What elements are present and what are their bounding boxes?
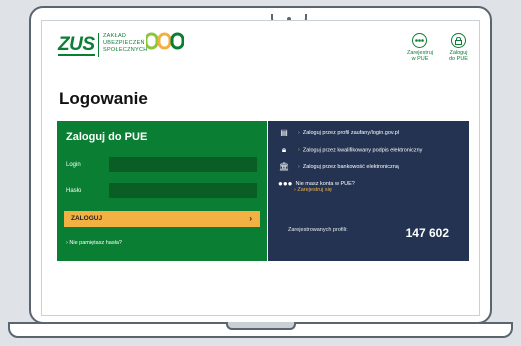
browser-screen: ZUS ZAKŁAD UBEZPIECZEŃ SPOŁECZNYCH Zarej…: [41, 20, 480, 316]
login-label-2: do PUE: [449, 56, 468, 62]
register-link[interactable]: › Zarejestruj się: [294, 187, 332, 193]
pue-logo-icon: [144, 32, 185, 50]
register-action[interactable]: Zarejestruj w PUE: [407, 33, 433, 62]
site-header: ZUS ZAKŁAD UBEZPIECZEŃ SPOŁECZNYCH Zarej…: [42, 21, 479, 69]
login-button-label: ZALOGUJ: [71, 215, 103, 222]
password-label: Hasło: [66, 188, 82, 194]
bank-login[interactable]: 🏛︎ › Zaloguj przez bankowość elektroniczną: [278, 162, 399, 171]
register-icon: [412, 33, 428, 48]
login-input[interactable]: [109, 157, 257, 172]
org-line-1: ZAKŁAD: [103, 33, 127, 39]
pue-logo[interactable]: [144, 32, 185, 55]
laptop-base-notch: [226, 322, 296, 330]
pue-dots-icon: ●●●: [278, 179, 293, 188]
chevron-right-icon: ›: [298, 147, 300, 154]
id-card-icon: ▤: [280, 128, 288, 137]
org-line-3: SPOŁECZNYCH: [103, 47, 148, 53]
zus-logo-text: ZUS: [58, 34, 95, 55]
lock-icon: 🔒︎: [281, 145, 287, 154]
lock-icon: [450, 33, 466, 48]
chevron-right-icon: ›: [249, 214, 252, 223]
register-label-2: w PUE: [411, 56, 429, 62]
login-panel: Zaloguj do PUE Login Hasło ZALOGUJ › › N…: [57, 121, 267, 261]
org-line-2: UBEZPIECZEŃ: [103, 40, 145, 46]
alternative-login-panel: ▤ › Zaloguj przez profil zaufany/login.gov…: [268, 121, 469, 261]
trusted-profile-label: Zaloguj przez profil zaufany/login.gov.p…: [302, 129, 400, 136]
bank-icon: 🏛︎: [278, 162, 290, 171]
login-action[interactable]: Zaloguj do PUE: [449, 33, 468, 62]
login-panel-title: Zaloguj do PUE: [66, 131, 148, 143]
chevron-right-icon: ›: [298, 129, 300, 136]
trusted-profile-login[interactable]: ▤ › Zaloguj przez profil zaufany/login.gov…: [278, 128, 399, 137]
qualified-signature-label: Zaloguj przez kwalifikowany podpis elekt…: [302, 147, 423, 154]
zus-logo[interactable]: ZUS: [58, 34, 95, 56]
register-link-label: Zarejestruj się: [297, 187, 332, 193]
forgot-password-label: Nie pamiętasz hasła?: [69, 240, 122, 246]
org-name: ZAKŁAD UBEZPIECZEŃ SPOŁECZNYCH: [103, 33, 148, 54]
password-input[interactable]: [109, 183, 257, 198]
registered-profiles-label: Zarejestrowanych profili:: [288, 227, 348, 233]
qualified-signature-login[interactable]: 🔒︎ › Zaloguj przez kwalifikowany podpis el…: [278, 145, 423, 155]
forgot-password-link[interactable]: › Nie pamiętasz hasła?: [66, 240, 122, 246]
registered-profiles-count: 147 602: [405, 226, 449, 240]
logo-divider: [98, 33, 99, 57]
login-button[interactable]: ZALOGUJ ›: [64, 211, 260, 227]
chevron-right-icon: ›: [298, 163, 300, 170]
bank-login-label: Zaloguj przez bankowość elektroniczną: [302, 163, 399, 170]
login-label: Login: [66, 162, 81, 168]
page-title: Logowanie: [59, 89, 148, 108]
